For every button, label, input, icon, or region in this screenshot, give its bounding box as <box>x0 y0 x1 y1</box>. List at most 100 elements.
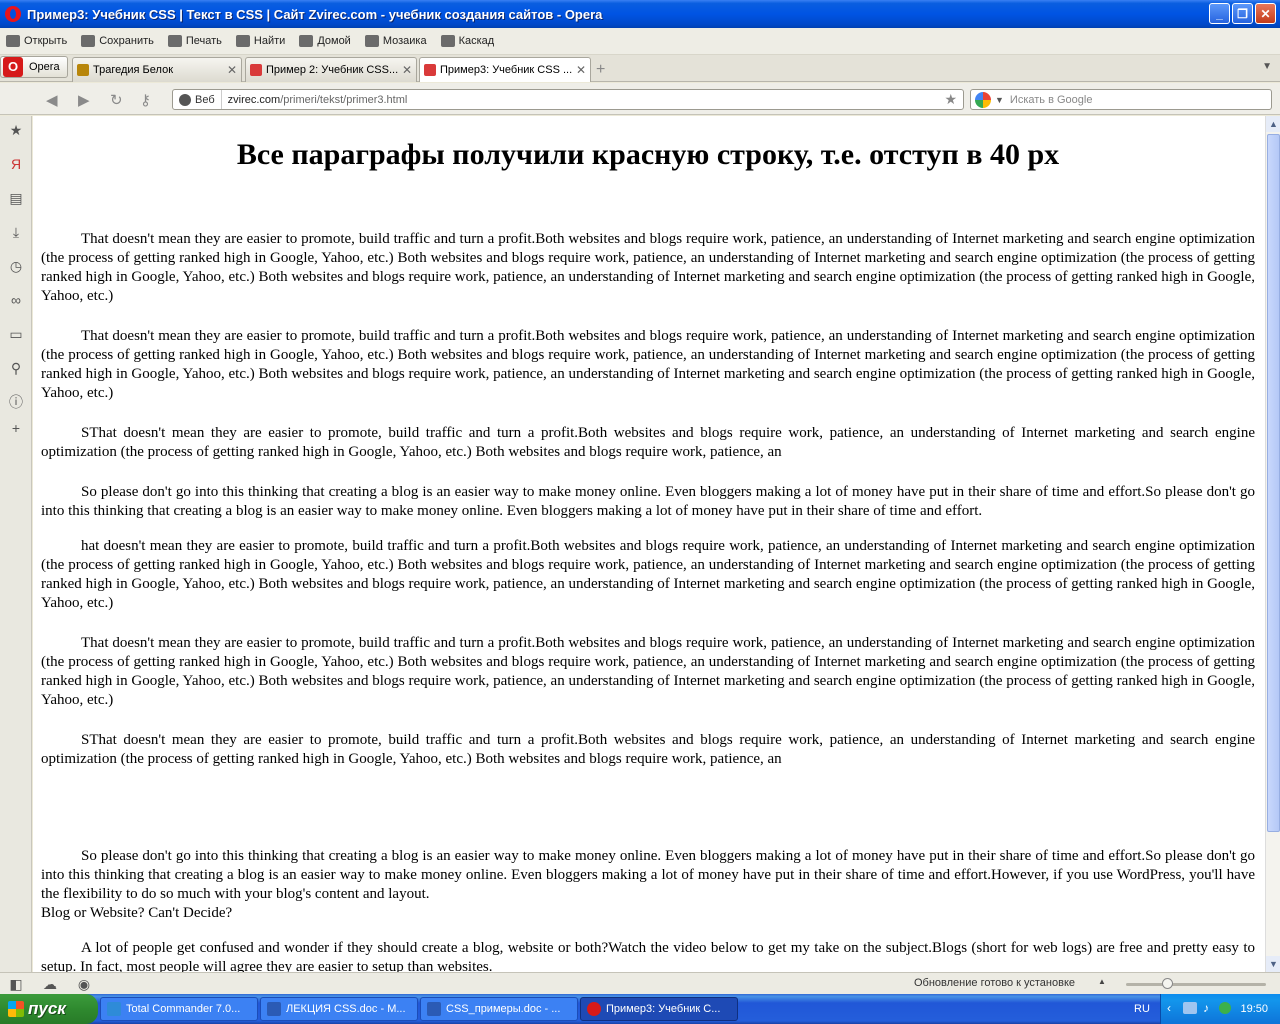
home-button[interactable]: Домой <box>299 35 351 47</box>
chevron-up-icon[interactable]: ▲ <box>1098 977 1106 986</box>
language-indicator[interactable]: RU <box>1134 1003 1150 1015</box>
tile-button[interactable]: Мозаика <box>364 35 427 47</box>
task-label: ЛЕКЦИЯ CSS.doc - M... <box>286 1003 406 1015</box>
taskbar-item-opera[interactable]: Пример3: Учебник С... <box>580 997 738 1021</box>
taskbar-item-word-lekciya[interactable]: ЛЕКЦИЯ CSS.doc - M... <box>260 997 418 1021</box>
network-icon[interactable] <box>1183 1002 1197 1014</box>
folder-icon <box>6 35 20 47</box>
taskbar-item-total-commander[interactable]: Total Commander 7.0... <box>100 997 258 1021</box>
paragraph: That doesn't mean they are easier to pro… <box>41 231 1255 304</box>
scrollbar-thumb[interactable] <box>1267 134 1280 832</box>
tab-favicon-icon <box>77 64 89 76</box>
zoom-slider-knob[interactable] <box>1162 978 1173 989</box>
save-icon <box>81 35 96 47</box>
taskbar-item-word-primery[interactable]: CSS_примеры.doc - ... <box>420 997 578 1021</box>
forward-icon[interactable]: ▶ <box>78 91 90 109</box>
tab-favicon-icon <box>250 64 262 76</box>
panel-toggle-icon[interactable]: ◧ <box>8 976 24 992</box>
open-button[interactable]: Открыть <box>6 35 67 47</box>
plain-text-line: Blog or Website? Can't Decide? <box>41 905 233 921</box>
opera-menu-button[interactable]: O Opera <box>0 56 68 78</box>
tab-close-icon[interactable]: ✕ <box>576 63 586 77</box>
search-icon[interactable]: ⚲ <box>8 360 24 376</box>
history-clock-icon[interactable]: ◷ <box>8 258 24 274</box>
window-titlebar: Пример3: Учебник CSS | Текст в CSS | Сай… <box>0 0 1280 28</box>
web-mode-label: Веб <box>195 93 215 106</box>
print-icon <box>167 35 182 47</box>
web-mode-badge[interactable]: Веб <box>173 90 222 109</box>
url-host: zvirec.com <box>227 93 281 106</box>
back-icon[interactable]: ◀ <box>46 91 58 109</box>
windows-icon[interactable]: ▭ <box>8 326 24 342</box>
downloads-icon[interactable]: ⤓ <box>8 224 24 240</box>
yandex-icon[interactable]: Я <box>8 156 24 172</box>
windows-taskbar: пуск Total Commander 7.0... ЛЕКЦИЯ CSS.d… <box>0 994 1280 1024</box>
vertical-scrollbar[interactable]: ▲ ▼ <box>1265 116 1280 972</box>
bookmark-star-icon[interactable]: ★ <box>944 91 957 108</box>
print-button[interactable]: Печать <box>167 35 222 47</box>
globe-icon <box>179 93 191 106</box>
status-text[interactable]: Обновление готово к установке <box>914 977 1075 989</box>
paragraph: SThat doesn't mean they are easier to pr… <box>41 425 1255 460</box>
tab-primer3[interactable]: Пример3: Учебник CSS ... ✕ <box>419 57 591 82</box>
new-tab-icon[interactable]: + <box>596 61 605 79</box>
task-label: Total Commander 7.0... <box>126 1003 241 1015</box>
opera-o-icon: O <box>3 57 23 77</box>
maximize-button[interactable]: ❐ <box>1232 3 1253 24</box>
tile-label: Мозаика <box>382 35 427 47</box>
scroll-up-icon[interactable]: ▲ <box>1266 116 1280 132</box>
clock: 19:50 <box>1240 1003 1268 1015</box>
tab-primer2[interactable]: Пример 2: Учебник CSS... ✕ <box>245 57 417 82</box>
tile-icon <box>364 35 379 47</box>
scroll-down-icon[interactable]: ▼ <box>1266 956 1280 972</box>
info-icon[interactable]: ⓘ <box>8 394 24 410</box>
find-button[interactable]: Найти <box>235 35 286 47</box>
turbo-icon[interactable]: ◉ <box>76 976 92 992</box>
cloud-icon[interactable]: ☁ <box>42 976 58 992</box>
search-input[interactable]: ▼ Искать в Google <box>970 89 1272 110</box>
wand-key-icon[interactable]: ⚷ <box>140 91 151 109</box>
add-panel-icon[interactable]: + <box>8 420 24 436</box>
notes-icon[interactable]: ▤ <box>8 190 24 206</box>
save-button[interactable]: Сохранить <box>81 35 154 47</box>
opera-logo-icon <box>5 6 21 22</box>
status-bar: ◧ ☁ ◉ Обновление готово к установке ▲ <box>0 972 1280 994</box>
start-button[interactable]: пуск <box>0 994 98 1024</box>
cascade-button[interactable]: Каскад <box>440 35 495 47</box>
home-label: Домой <box>317 35 351 47</box>
reload-icon[interactable]: ↻ <box>110 91 123 109</box>
tray-app-icon[interactable] <box>1219 1002 1231 1014</box>
minimize-button[interactable]: _ <box>1209 3 1230 24</box>
windows-flag-icon <box>8 1001 24 1017</box>
close-button[interactable]: ✕ <box>1255 3 1276 24</box>
tab-close-icon[interactable]: ✕ <box>402 63 412 77</box>
links-icon[interactable]: ∞ <box>8 292 24 308</box>
home-icon <box>299 35 314 47</box>
tab-list-chevron-icon[interactable]: ▼ <box>1262 61 1272 72</box>
find-label: Найти <box>253 35 286 47</box>
google-icon[interactable] <box>975 91 991 108</box>
paragraph: So please don't go into this thinking th… <box>41 848 1255 902</box>
tab-tragediya[interactable]: Трагедия Белок ✕ <box>72 57 242 82</box>
bookmarks-star-icon[interactable]: ★ <box>8 122 24 138</box>
url-text[interactable]: zvirec.com/primeri/tekst/primer3.html <box>222 94 408 106</box>
zoom-slider[interactable] <box>1126 978 1266 989</box>
cascade-label: Каскад <box>458 35 495 47</box>
open-label: Открыть <box>24 35 68 47</box>
tab-label: Трагедия Белок <box>93 64 174 76</box>
address-field[interactable]: Веб zvirec.com/primeri/tekst/primer3.htm… <box>172 89 964 110</box>
paragraph: That doesn't mean they are easier to pro… <box>41 328 1255 401</box>
volume-icon[interactable]: ♪ <box>1203 1001 1209 1015</box>
chevron-down-icon[interactable]: ▼ <box>995 95 1004 105</box>
total-commander-icon <box>107 1002 121 1016</box>
tab-strip: O Opera Трагедия Белок ✕ Пример 2: Учебн… <box>0 55 1280 82</box>
paragraph: A lot of people get confused and wonder … <box>41 940 1255 972</box>
cascade-icon <box>440 35 455 47</box>
tab-close-icon[interactable]: ✕ <box>227 63 237 77</box>
word-doc-icon <box>427 1002 441 1016</box>
tray-expand-icon[interactable]: ‹ <box>1167 1001 1171 1015</box>
window-title: Пример3: Учебник CSS | Текст в CSS | Сай… <box>27 6 603 22</box>
paragraph: So please don't go into this thinking th… <box>41 484 1255 519</box>
print-label: Печать <box>185 35 222 47</box>
start-label: пуск <box>28 999 66 1018</box>
